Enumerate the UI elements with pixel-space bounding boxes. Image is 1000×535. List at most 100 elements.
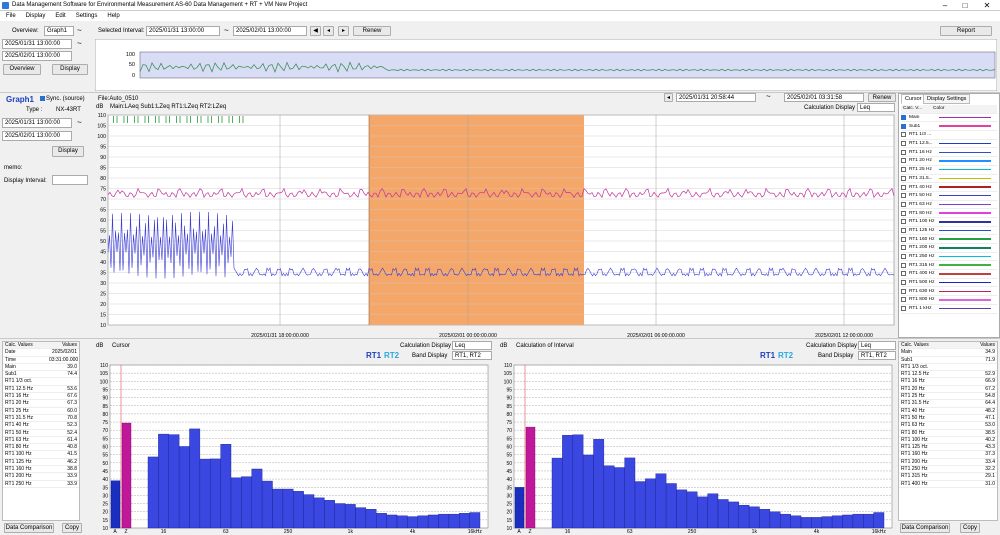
- legend-item[interactable]: RT1 50 Hz: [901, 192, 997, 201]
- legend-item[interactable]: RT1 160 Hz: [901, 235, 997, 244]
- menu-display[interactable]: Display: [26, 13, 46, 19]
- legend-item[interactable]: RT1 1/3 ...: [901, 131, 997, 140]
- spec-right-calc-select[interactable]: Leq: [858, 341, 896, 350]
- legend-checkbox[interactable]: [901, 236, 906, 242]
- legend-checkbox[interactable]: [901, 158, 906, 164]
- menu-help[interactable]: Help: [107, 13, 119, 19]
- legend-item[interactable]: RT1 200 Hz: [901, 244, 997, 253]
- interval-renew-button[interactable]: Renew: [353, 26, 391, 36]
- legend-item[interactable]: RT1 63 Hz: [901, 201, 997, 210]
- row-label: Sub1: [901, 356, 913, 363]
- legend-checkbox[interactable]: [901, 184, 906, 190]
- overview-chart[interactable]: 100 50 0: [95, 39, 997, 91]
- spec-right-band-select[interactable]: RT1, RT2: [858, 351, 896, 360]
- graph-renew-button[interactable]: Renew: [868, 93, 896, 102]
- sync-checkbox[interactable]: Sync. (source): [40, 96, 85, 102]
- row-label: RT1 160 Hz: [901, 451, 928, 458]
- legend-item[interactable]: RT1 12.5...: [901, 140, 997, 149]
- data-comparison-button[interactable]: Data Comparison: [900, 523, 950, 533]
- legend-checkbox[interactable]: [901, 201, 906, 207]
- data-comparison-button[interactable]: Data Comparison: [4, 523, 54, 533]
- legend-checkbox[interactable]: [901, 115, 906, 121]
- legend-item[interactable]: RT1 500 Hz: [901, 279, 997, 288]
- menu-edit[interactable]: Edit: [55, 13, 65, 19]
- row-label: RT1 200 Hz: [5, 473, 32, 480]
- tab-display-settings[interactable]: Display Settings: [923, 94, 971, 104]
- overview-end-field[interactable]: 2025/02/01 13:00:00: [2, 51, 72, 61]
- legend-checkbox[interactable]: [901, 175, 906, 181]
- spec-left-band-select[interactable]: RT1, RT2: [452, 351, 492, 360]
- maximize-icon[interactable]: □: [955, 0, 975, 11]
- legend-item[interactable]: RT1 1 kHz: [901, 305, 997, 314]
- legend-item[interactable]: RT1 315 Hz: [901, 261, 997, 271]
- legend-item[interactable]: RT1 250 Hz: [901, 253, 997, 262]
- report-button[interactable]: Report: [940, 26, 992, 36]
- table-row: RT1 250 Hz 33.9: [3, 481, 79, 488]
- legend-checkbox[interactable]: [901, 193, 906, 199]
- copy-button[interactable]: Copy: [62, 523, 82, 533]
- graph-display-button[interactable]: Display: [52, 146, 84, 157]
- overview-start-field[interactable]: 2025/01/31 13:00:00: [2, 39, 72, 49]
- legend-item[interactable]: RT1 31.5...: [901, 175, 997, 184]
- close-icon[interactable]: ✕: [977, 0, 997, 11]
- legend-checkbox[interactable]: [901, 123, 906, 129]
- legend-checkbox[interactable]: [901, 210, 906, 216]
- legend-checkbox[interactable]: [901, 280, 906, 286]
- menu-file[interactable]: File: [6, 13, 16, 19]
- legend-item[interactable]: RT1 630 Hz: [901, 287, 997, 297]
- legend-checkbox[interactable]: [901, 306, 906, 312]
- legend-checkbox[interactable]: [901, 271, 906, 277]
- overview-display-button[interactable]: Display: [52, 64, 88, 75]
- main-time-chart[interactable]: 110 105 100 95 90 85 80 75 70 65 60 55 50 45 40 35 30 25 2…: [94, 111, 898, 343]
- legend-item[interactable]: Main: [901, 114, 997, 123]
- legend-checkbox[interactable]: [901, 288, 906, 294]
- overview-ytick: 0: [132, 73, 135, 79]
- interval-step-back-icon[interactable]: ◀: [310, 26, 321, 36]
- legend-checkbox[interactable]: [901, 254, 906, 260]
- legend-item[interactable]: RT1 100 Hz: [901, 218, 997, 227]
- legend-item[interactable]: RT1 25 Hz: [901, 166, 997, 175]
- nav-end-field[interactable]: 2025/02/01 03:31:58: [784, 93, 864, 102]
- copy-button[interactable]: Copy: [960, 523, 980, 533]
- tab-cursor[interactable]: Cursor: [901, 94, 926, 104]
- legend-checkbox[interactable]: [901, 245, 906, 251]
- spec-left-calc-select[interactable]: Leq: [452, 341, 492, 350]
- minimize-icon[interactable]: –: [935, 0, 955, 11]
- legend-item[interactable]: RT1 20 Hz: [901, 157, 997, 166]
- overview-button[interactable]: Overview: [3, 64, 41, 75]
- nav-start-field[interactable]: 2025/01/31 20:58:44: [676, 93, 756, 102]
- legend-checkbox[interactable]: [901, 227, 906, 233]
- row-value: 61.4: [67, 436, 77, 443]
- legend-checkbox[interactable]: [901, 167, 906, 173]
- row-value: 43.3: [985, 444, 995, 451]
- legend-item[interactable]: RT1 800 Hz: [901, 296, 997, 305]
- legend-item[interactable]: RT1 400 Hz: [901, 270, 997, 279]
- interval-end-field[interactable]: 2025/02/01 13:00:00: [233, 26, 307, 36]
- menu-settings[interactable]: Settings: [76, 13, 98, 19]
- graph-start-field[interactable]: 2025/01/31 13:00:00: [2, 118, 72, 128]
- interval-next-icon[interactable]: ▸: [338, 26, 349, 36]
- y-tick-label: 35: [102, 485, 108, 491]
- legend-checkbox[interactable]: [901, 262, 906, 268]
- y-tick-label: 55: [102, 453, 108, 459]
- table-header: Calc. Values Values: [3, 342, 79, 350]
- interval-start-field[interactable]: 2025/01/31 13:00:00: [146, 26, 220, 36]
- legend-checkbox[interactable]: [901, 132, 906, 138]
- legend-checkbox[interactable]: [901, 297, 906, 303]
- legend-item[interactable]: RT1 80 Hz: [901, 209, 997, 218]
- display-interval-select[interactable]: [52, 175, 88, 185]
- legend-item[interactable]: Sub1: [901, 122, 997, 132]
- legend-item[interactable]: RT1 40 Hz: [901, 183, 997, 192]
- overview-graph-select[interactable]: Graph1: [44, 26, 74, 36]
- legend-checkbox[interactable]: [901, 149, 906, 155]
- graph-end-field[interactable]: 2025/02/01 13:00:00: [2, 131, 72, 141]
- nav-prev-icon[interactable]: ◂: [664, 93, 673, 102]
- spectrum-interval-chart[interactable]: 110 105 100 95 90 85 80 75 70 65 60 55 50 45 40 35 30 25 2…: [494, 360, 894, 535]
- legend-item[interactable]: RT1 125 Hz: [901, 227, 997, 236]
- spectrum-cursor-chart[interactable]: 110 105 100 95 90 85 80 75 70 65 60 55 50 45 40 35 30 25 2…: [90, 360, 490, 535]
- legend-checkbox[interactable]: [901, 219, 906, 225]
- legend-item[interactable]: RT1 16 Hz: [901, 148, 997, 158]
- legend-checkbox[interactable]: [901, 141, 906, 147]
- y-tick-label: 75: [100, 187, 106, 193]
- interval-prev-icon[interactable]: ◂: [323, 26, 334, 36]
